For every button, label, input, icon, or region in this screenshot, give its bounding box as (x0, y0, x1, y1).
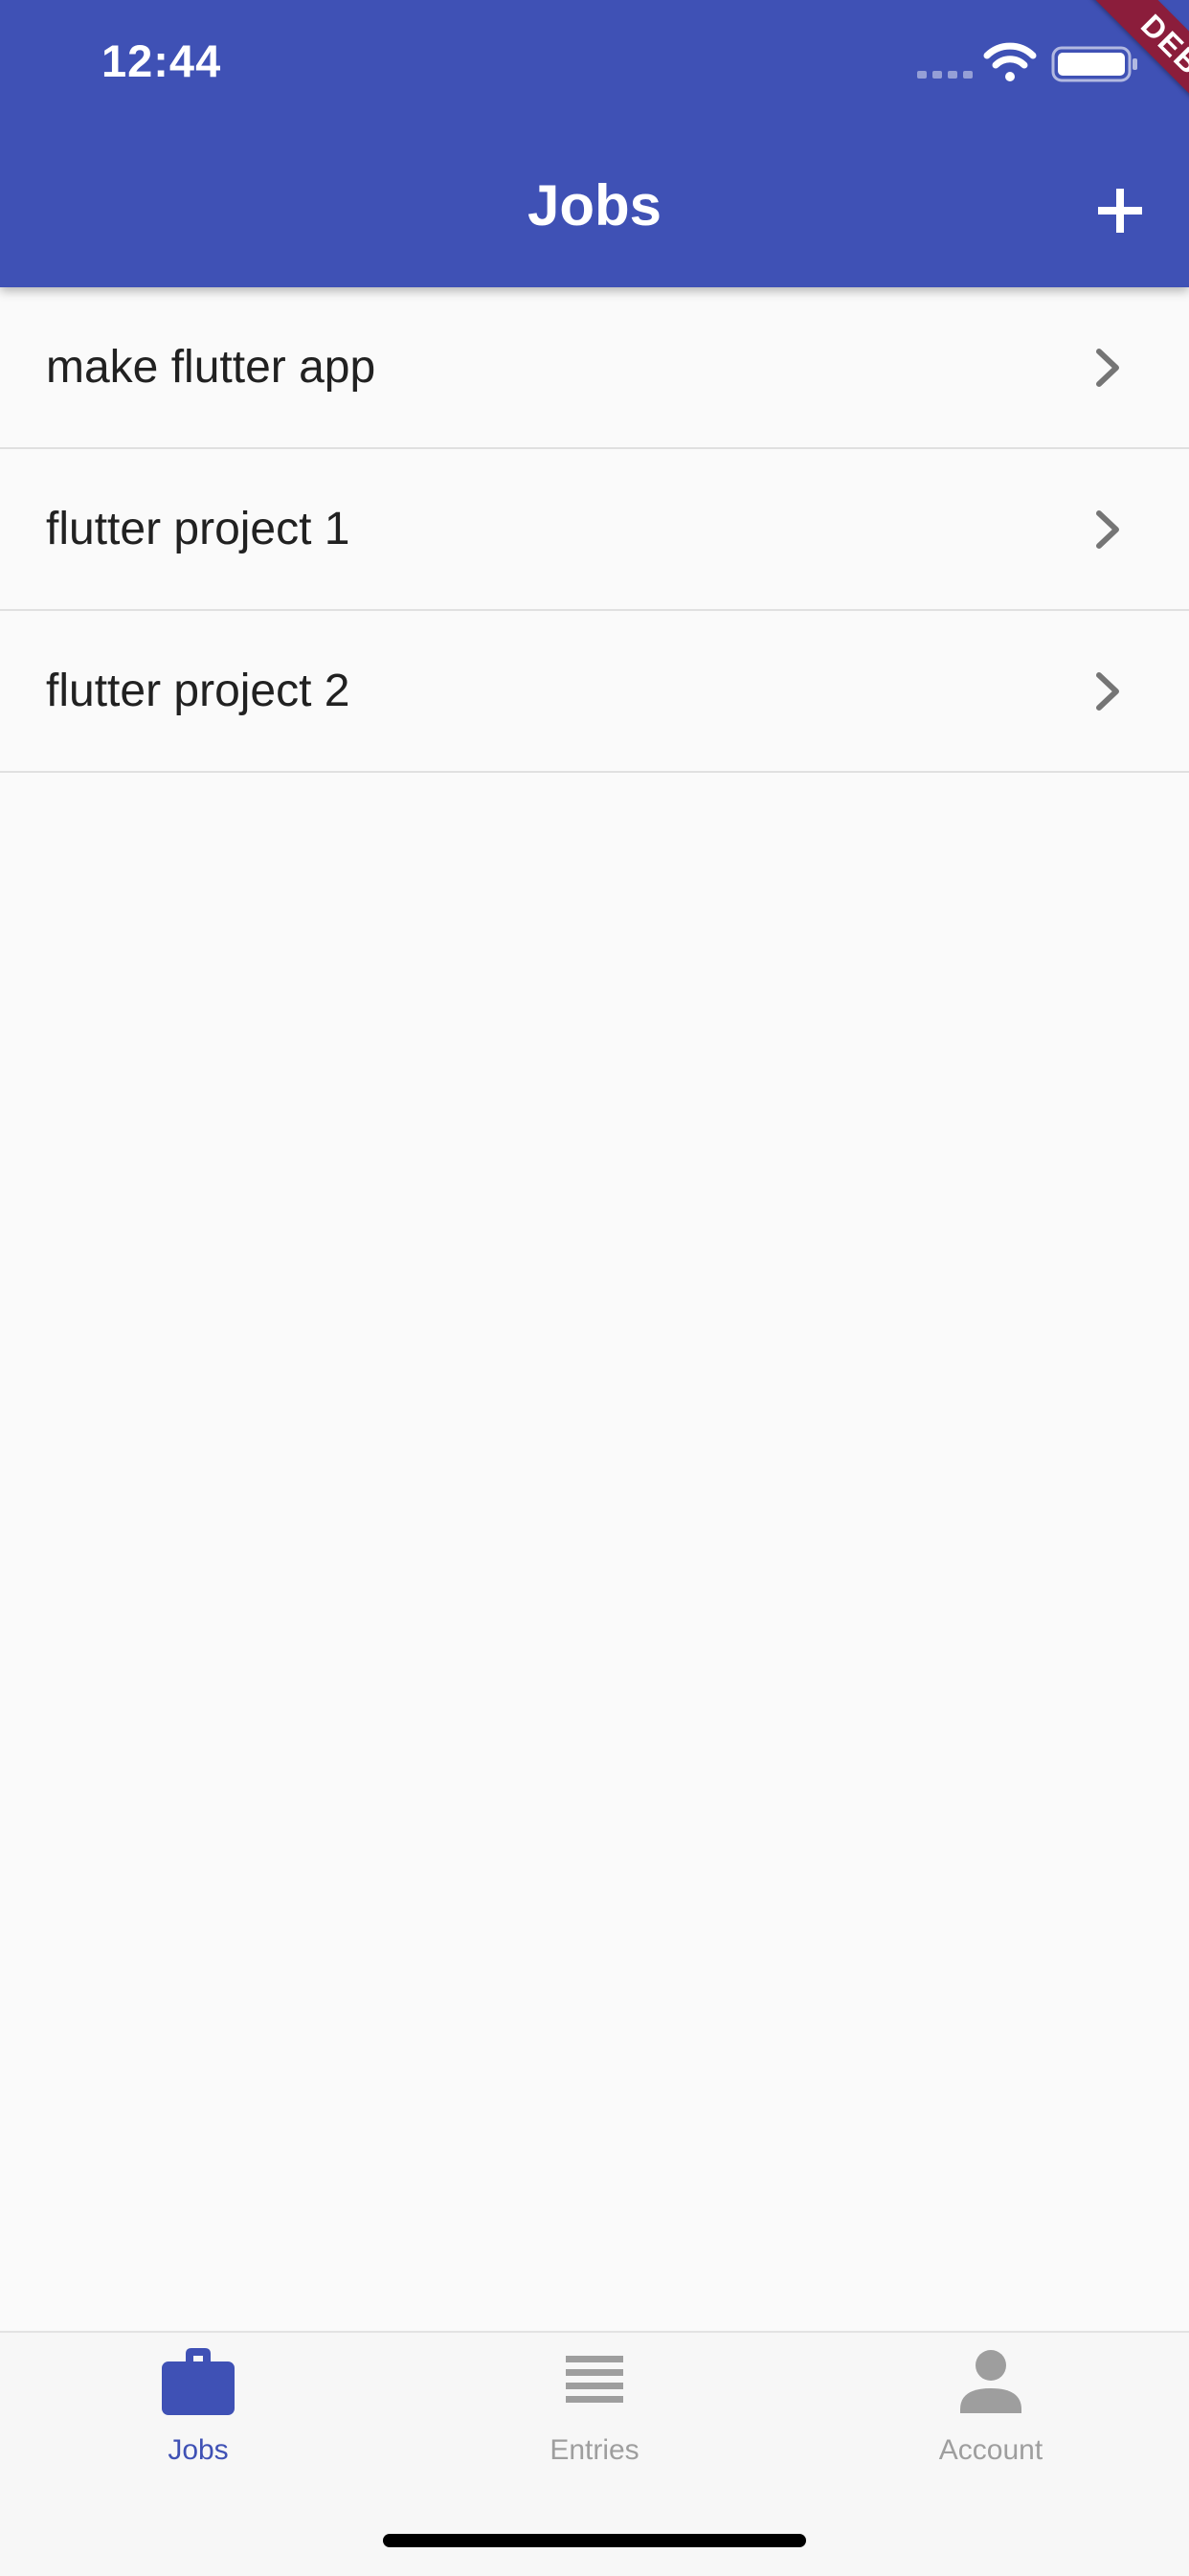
briefcase-icon (162, 2348, 235, 2415)
add-job-button[interactable] (1082, 172, 1158, 249)
job-name: flutter project 1 (46, 504, 350, 554)
list-item[interactable]: flutter project 1 (0, 449, 1189, 611)
cellular-signal-icon (917, 71, 973, 79)
jobs-list: make flutter app flutter project 1 flutt… (0, 287, 1189, 773)
home-indicator (383, 2534, 806, 2547)
tab-label: Jobs (168, 2434, 229, 2466)
debug-banner-label: DEBUG (1065, 0, 1189, 182)
job-name: make flutter app (46, 342, 376, 393)
list-icon (566, 2356, 623, 2403)
plus-icon (1098, 189, 1142, 233)
tab-label: Entries (550, 2434, 639, 2466)
list-item[interactable]: make flutter app (0, 287, 1189, 449)
tab-entries[interactable]: Entries (396, 2333, 793, 2496)
chevron-right-icon (1096, 671, 1119, 711)
tab-jobs[interactable]: Jobs (0, 2333, 396, 2496)
tab-account[interactable]: Account (793, 2333, 1189, 2496)
job-name: flutter project 2 (46, 666, 350, 716)
chevron-right-icon (1096, 348, 1119, 387)
chevron-right-icon (1096, 509, 1119, 549)
person-icon (960, 2350, 1021, 2413)
tab-label: Account (938, 2434, 1043, 2466)
status-time: 12:44 (101, 35, 222, 86)
page-title: Jobs (527, 173, 662, 237)
debug-banner: DEBUG (1007, 0, 1189, 182)
list-item[interactable]: flutter project 2 (0, 611, 1189, 773)
